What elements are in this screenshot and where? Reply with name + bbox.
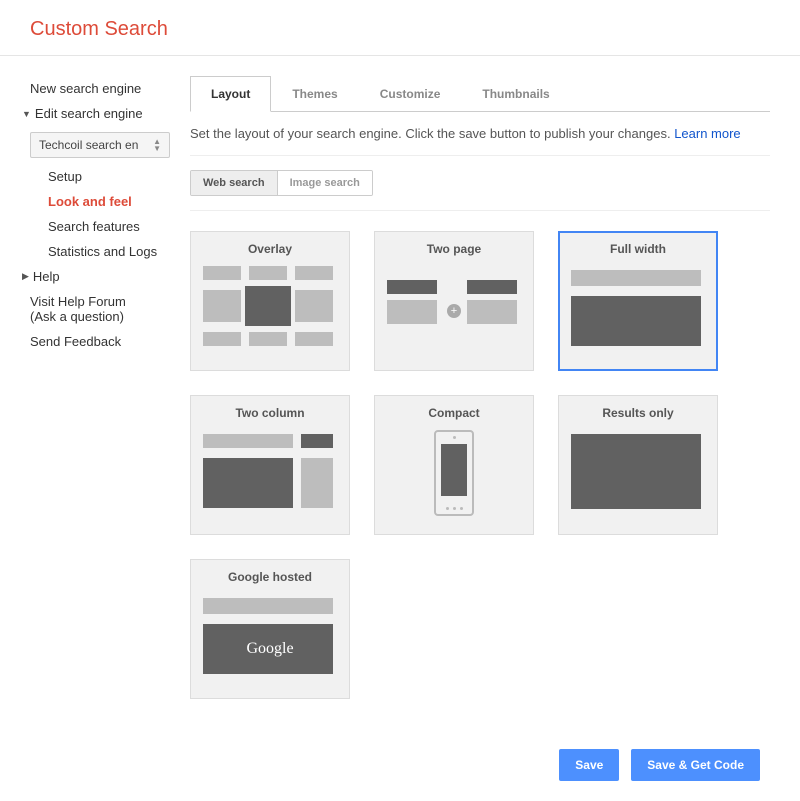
tab-thumbnails[interactable]: Thumbnails xyxy=(461,76,570,112)
sidebar-edit-label: Edit search engine xyxy=(35,106,143,121)
sidebar-search-features[interactable]: Search features xyxy=(0,214,180,239)
sidebar-help-label: Help xyxy=(33,269,60,284)
subtabs: Web search Image search xyxy=(190,170,373,196)
save-get-code-button[interactable]: Save & Get Code xyxy=(631,749,760,781)
sidebar: New search engine ▼ Edit search engine T… xyxy=(0,56,180,719)
layout-google-hosted[interactable]: Google hosted Google xyxy=(190,559,350,699)
sidebar-send-feedback[interactable]: Send Feedback xyxy=(0,329,180,354)
preview-compact xyxy=(387,430,521,520)
preview-full-width xyxy=(571,266,705,356)
sidebar-edit-engine[interactable]: ▼ Edit search engine xyxy=(0,101,180,126)
layout-overlay[interactable]: Overlay xyxy=(190,231,350,371)
preview-two-page: + xyxy=(387,266,521,356)
plus-icon: + xyxy=(447,304,461,318)
layout-title: Compact xyxy=(387,406,521,420)
subtab-image-search[interactable]: Image search xyxy=(277,171,372,195)
triangle-down-icon: ▼ xyxy=(22,109,31,119)
triangle-right-icon: ▶ xyxy=(22,271,29,282)
layout-title: Two column xyxy=(203,406,337,420)
layout-compact[interactable]: Compact xyxy=(374,395,534,535)
layout-title: Google hosted xyxy=(203,570,337,584)
layout-title: Two page xyxy=(387,242,521,256)
sidebar-visit-forum[interactable]: Visit Help Forum (Ask a question) xyxy=(0,289,180,329)
preview-overlay xyxy=(203,266,337,356)
subtab-web-search[interactable]: Web search xyxy=(191,171,277,195)
save-button[interactable]: Save xyxy=(559,749,619,781)
layout-title: Full width xyxy=(571,242,705,256)
layout-two-page[interactable]: Two page + xyxy=(374,231,534,371)
engine-select-value: Techcoil search en xyxy=(39,138,138,152)
updown-icon: ▲▼ xyxy=(153,139,161,152)
layout-results-only[interactable]: Results only xyxy=(558,395,718,535)
sidebar-setup[interactable]: Setup xyxy=(0,164,180,189)
description: Set the layout of your search engine. Cl… xyxy=(190,112,770,156)
layout-title: Overlay xyxy=(203,242,337,256)
engine-select[interactable]: Techcoil search en ▲▼ xyxy=(30,132,170,158)
google-logo: Google xyxy=(246,640,293,658)
learn-more-link[interactable]: Learn more xyxy=(674,126,740,141)
sidebar-stats[interactable]: Statistics and Logs xyxy=(0,239,180,264)
tabs: Layout Themes Customize Thumbnails xyxy=(190,76,770,112)
sidebar-new-engine[interactable]: New search engine xyxy=(0,76,180,101)
preview-two-column xyxy=(203,430,337,520)
layout-title: Results only xyxy=(571,406,705,420)
page-title: Custom Search xyxy=(30,18,770,41)
layout-two-column[interactable]: Two column xyxy=(190,395,350,535)
layout-full-width[interactable]: Full width xyxy=(558,231,718,371)
tab-themes[interactable]: Themes xyxy=(271,76,358,112)
tab-customize[interactable]: Customize xyxy=(359,76,462,112)
tab-layout[interactable]: Layout xyxy=(190,76,271,112)
preview-google-hosted: Google xyxy=(203,594,337,684)
preview-results-only xyxy=(571,430,705,520)
sidebar-help[interactable]: ▶ Help xyxy=(0,264,180,289)
sidebar-look-and-feel[interactable]: Look and feel xyxy=(0,189,180,214)
